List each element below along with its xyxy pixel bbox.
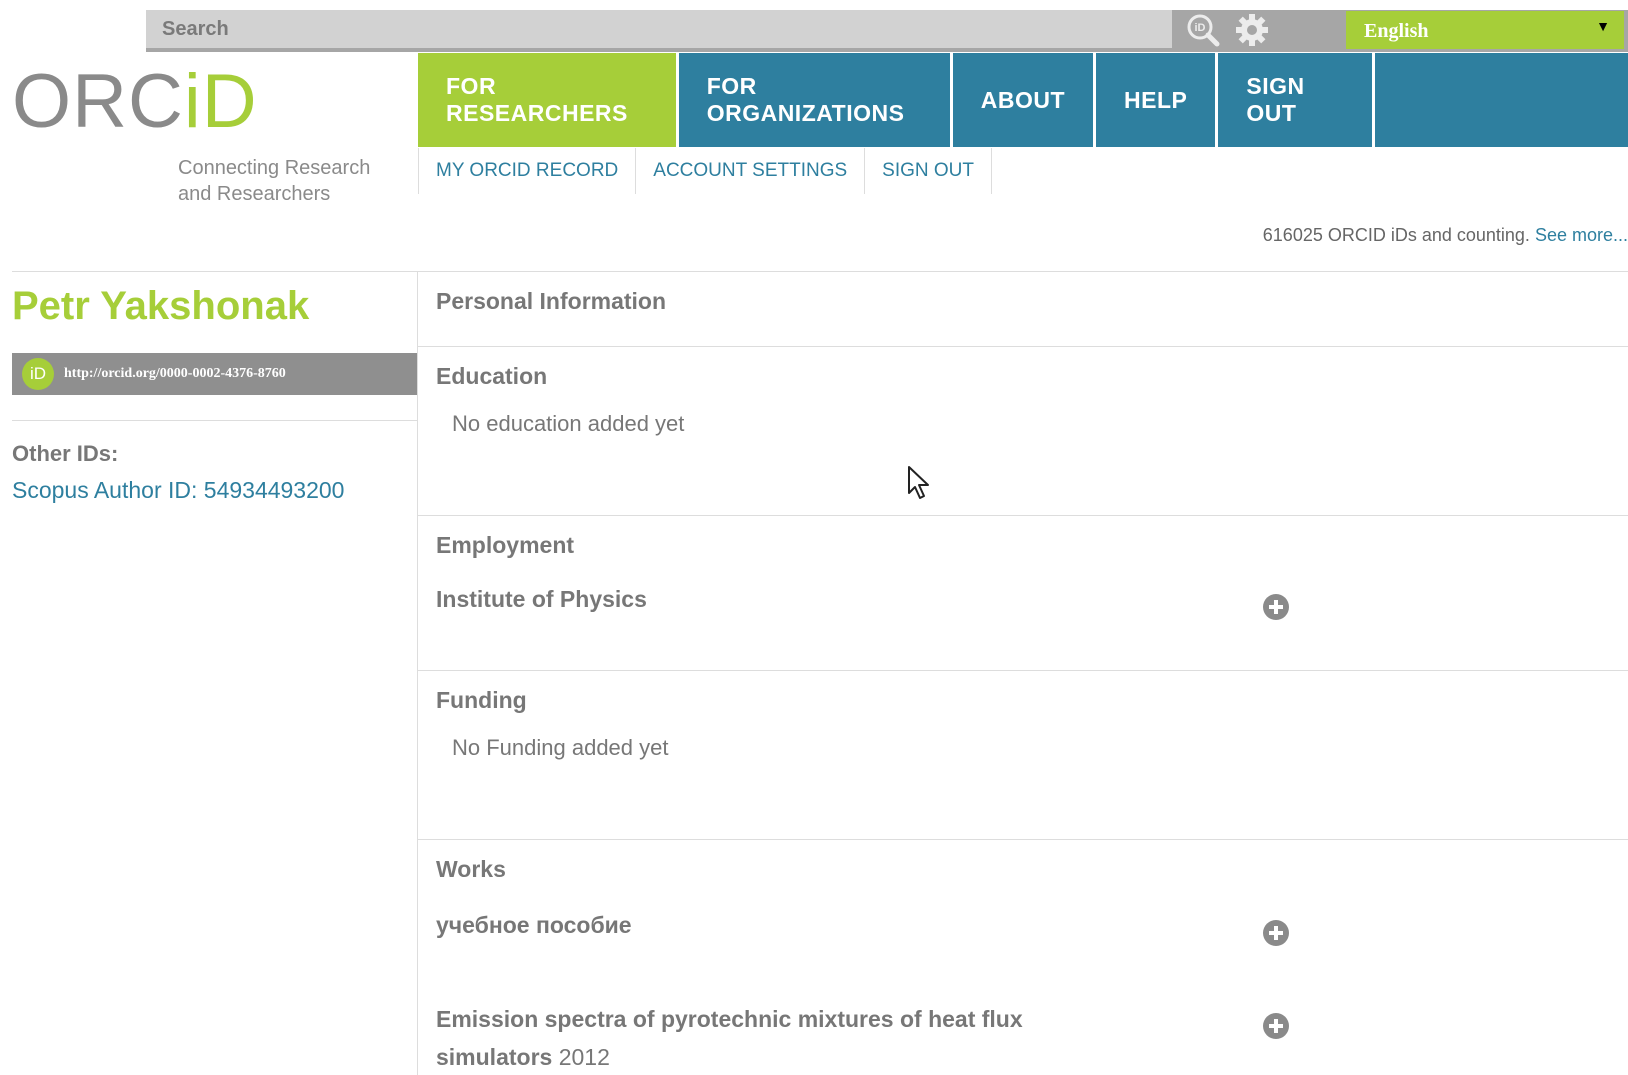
logo-text-id: iD bbox=[183, 59, 258, 144]
see-more-link[interactable]: See more... bbox=[1535, 225, 1628, 245]
plus-circle-icon[interactable] bbox=[1262, 593, 1290, 621]
nav-for-researchers[interactable]: FOR RESEARCHERS bbox=[418, 53, 679, 147]
section-title-funding[interactable]: Funding bbox=[436, 687, 527, 714]
work-entry-title-text: Emission spectra of pyrotechnic mixtures… bbox=[436, 1006, 1023, 1070]
left-divider bbox=[12, 420, 417, 421]
orcid-url[interactable]: http://orcid.org/0000-0002-4376-8760 bbox=[64, 353, 286, 395]
subnav-account-settings[interactable]: ACCOUNT SETTINGS bbox=[636, 148, 866, 194]
work-entry-year: 2012 bbox=[558, 1044, 610, 1070]
subnav-my-orcid-record[interactable]: MY ORCID RECORD bbox=[418, 148, 637, 194]
record-sections: Personal Information Education No educat… bbox=[418, 271, 1628, 1075]
work-entry-title: учебное пособие bbox=[436, 912, 632, 938]
plus-circle-icon[interactable] bbox=[1262, 919, 1290, 947]
search-input[interactable] bbox=[146, 10, 1172, 48]
dropdown-arrow-icon: ▼ bbox=[1596, 20, 1610, 35]
logo-tagline: Connecting Research and Researchers bbox=[178, 157, 371, 205]
nav-sign-out[interactable]: SIGN OUT bbox=[1218, 53, 1375, 147]
section-personal-information: Personal Information bbox=[418, 271, 1628, 346]
gear-icon[interactable] bbox=[1234, 12, 1270, 48]
language-select[interactable]: English ▼ bbox=[1346, 11, 1624, 49]
language-selected-value: English bbox=[1364, 20, 1429, 42]
education-empty-message: No education added yet bbox=[452, 411, 685, 436]
other-ids-label: Other IDs: bbox=[12, 441, 119, 466]
counter-text: 616025 ORCID iDs and counting. bbox=[1262, 225, 1530, 245]
plus-circle-icon[interactable] bbox=[1262, 1012, 1290, 1040]
sub-nav: MY ORCID RECORD ACCOUNT SETTINGS SIGN OU… bbox=[418, 148, 993, 194]
person-name: Petr Yakshonak bbox=[12, 284, 310, 328]
top-search-bar: iD English ▼ bbox=[146, 10, 1628, 52]
work-entry-title: Emission spectra of pyrotechnic mixtures… bbox=[436, 1000, 1126, 1075]
nav-for-organizations[interactable]: FOR ORGANIZATIONS bbox=[678, 53, 953, 147]
section-title-employment[interactable]: Employment bbox=[436, 532, 574, 559]
orcid-id-bar: iD http://orcid.org/0000-0002-4376-8760 bbox=[12, 353, 417, 395]
section-title-education[interactable]: Education bbox=[436, 363, 547, 390]
section-funding: Funding No Funding added yet bbox=[418, 670, 1628, 839]
nav-help[interactable]: HELP bbox=[1096, 53, 1219, 147]
search-icon[interactable]: iD bbox=[1186, 13, 1220, 47]
section-education: Education No education added yet bbox=[418, 346, 1628, 515]
section-employment: Employment Institute of Physics bbox=[418, 515, 1628, 670]
funding-empty-message: No Funding added yet bbox=[452, 735, 669, 760]
subnav-sign-out[interactable]: SIGN OUT bbox=[865, 148, 993, 194]
section-title-personal[interactable]: Personal Information bbox=[436, 288, 666, 315]
section-works: Works учебное пособие Emission spectra o… bbox=[418, 839, 1628, 1075]
logo-text-main: ORC bbox=[12, 59, 184, 144]
scopus-author-id-link[interactable]: Scopus Author ID: 54934493200 bbox=[12, 477, 344, 504]
orcid-logo[interactable]: ORCiD bbox=[12, 64, 258, 140]
cursor-icon bbox=[908, 466, 929, 499]
nav-fill bbox=[1374, 53, 1628, 147]
orcid-id-icon: iD bbox=[22, 358, 54, 390]
svg-text:iD: iD bbox=[1195, 22, 1206, 34]
employment-entry-title: Institute of Physics bbox=[436, 586, 647, 612]
section-title-works[interactable]: Works bbox=[436, 856, 506, 883]
orcid-counter: 616025 ORCID iDs and counting. See more.… bbox=[1263, 225, 1628, 246]
main-nav: FOR RESEARCHERS FOR ORGANIZATIONS ABOUT … bbox=[418, 53, 1628, 147]
left-divider-top bbox=[12, 271, 417, 272]
nav-about[interactable]: ABOUT bbox=[952, 53, 1097, 147]
